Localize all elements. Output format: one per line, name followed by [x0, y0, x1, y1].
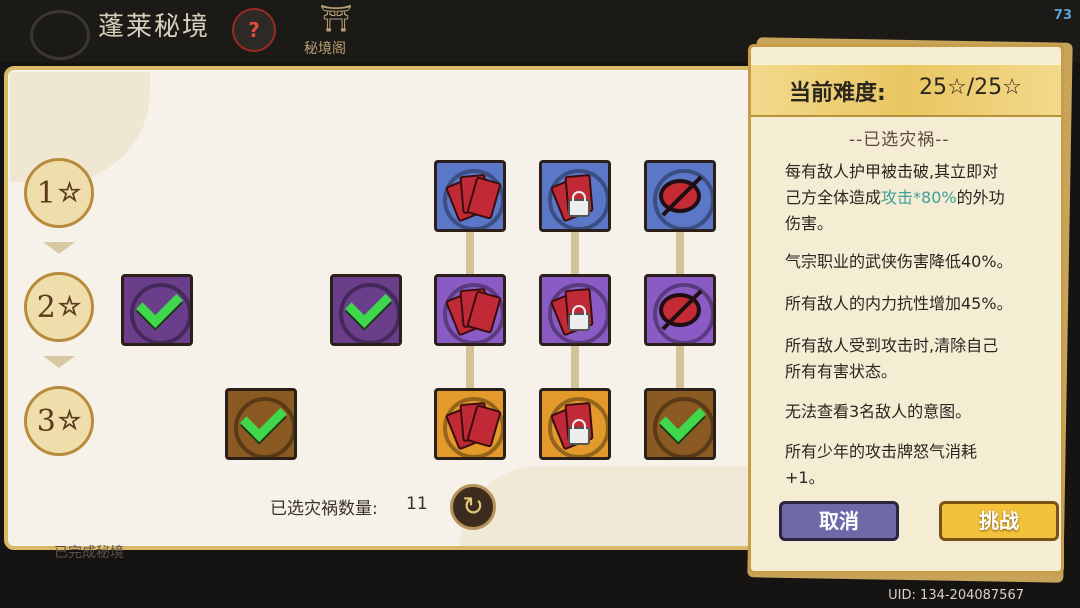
calamity-tile-locked[interactable] [539, 274, 611, 346]
calamity-tile-locked[interactable] [539, 160, 611, 232]
tier-number: 2 [36, 289, 56, 325]
desc-text: 每有敌人护甲被击破,其立即对 [785, 162, 999, 181]
star-icon: ☆ [57, 178, 82, 209]
cancel-button[interactable]: 取消 [779, 501, 899, 541]
calamity-desc-2: 气宗职业的武侠伤害降低40%。 [785, 252, 1013, 271]
tier-3-badge: 3 ☆ [24, 386, 94, 456]
desc-text: 所有敌人受到攻击时,清除自己 [785, 336, 999, 355]
desc-text: 伤害。 [785, 214, 834, 233]
tier-1-badge: 1 ☆ [24, 158, 94, 228]
page-title: 蓬莱秘境 [98, 12, 211, 42]
desc-text: +1。 [785, 468, 825, 487]
challenge-button[interactable]: 挑战 [939, 501, 1059, 541]
calamity-tile-selected[interactable] [121, 274, 193, 346]
section-title: --已选灾祸-- [849, 130, 950, 150]
lock-icon [568, 419, 590, 445]
star-icon: ☆ [57, 406, 82, 437]
tier-2-badge: 2 ☆ [24, 272, 94, 342]
calamity-board: 1 ☆ 2 ☆ 3 ☆ [4, 66, 764, 550]
calamity-tile-selected[interactable] [225, 388, 297, 460]
connector-line [571, 230, 579, 278]
selected-count-value: 11 [406, 494, 428, 514]
calamity-desc-3: 所有敌人的内力抗性增加45%。 [785, 294, 1013, 313]
calamity-desc-6: 所有少年的攻击牌怒气消耗 +1。 [785, 439, 1055, 491]
selected-count-label: 已选灾祸数量: [270, 499, 378, 519]
tab-secret-pavilion[interactable]: 秘境阁 [304, 38, 346, 58]
calamity-tile-cards[interactable] [434, 388, 506, 460]
star-icon: ☆ [57, 292, 82, 323]
calamity-tile-blind[interactable] [644, 274, 716, 346]
hint-icon[interactable]: ? [232, 8, 276, 52]
lock-icon [568, 191, 590, 217]
calamity-tile-cards[interactable] [434, 160, 506, 232]
pavilion-icon[interactable]: ⛩ [318, 4, 354, 36]
chevron-down-icon [43, 356, 75, 368]
calamity-tile-cards[interactable] [434, 274, 506, 346]
calamity-desc-1: 每有敌人护甲被击破,其立即对 己方全体造成攻击*80%的外功 伤害。 [785, 159, 1055, 237]
user-id: UID: 134-204087567 [888, 588, 1024, 603]
decorative-swirl [460, 466, 760, 546]
connector-line [676, 344, 684, 392]
lock-icon [568, 305, 590, 331]
difficulty-value: 25☆/25☆ [919, 75, 1022, 100]
calamity-desc-5: 无法查看3名敌人的意图。 [785, 402, 972, 421]
connector-line [466, 230, 474, 278]
tier-number: 3 [36, 403, 56, 439]
desc-text: 的外功 [956, 188, 1005, 207]
desc-text: 所有有害状态。 [785, 362, 898, 381]
tier-number: 1 [36, 175, 56, 211]
completed-label: 已完成秘境 [54, 545, 124, 561]
desc-text: 所有少年的攻击牌怒气消耗 [785, 442, 978, 461]
calamity-tile-selected[interactable] [644, 388, 716, 460]
connector-line [571, 344, 579, 392]
calamity-tile-blind[interactable] [644, 160, 716, 232]
desc-text: 己方全体造成 [785, 188, 882, 207]
difficulty-label: 当前难度: [789, 81, 886, 106]
desc-highlight: 攻击*80% [881, 188, 957, 207]
calamity-tile-selected[interactable] [330, 274, 402, 346]
chevron-down-icon [43, 242, 75, 254]
calamity-desc-4: 所有敌人受到攻击时,清除自己 所有有害状态。 [785, 333, 1055, 385]
reset-button[interactable]: ↻ [450, 484, 496, 530]
calamity-tile-locked[interactable] [539, 388, 611, 460]
back-emblem-icon[interactable] [30, 10, 90, 60]
connector-line [676, 230, 684, 278]
difficulty-panel: 当前难度: 25☆/25☆ --已选灾祸-- 每有敌人护甲被击破,其立即对 己方… [748, 44, 1064, 574]
fps-counter: 73 [1053, 8, 1072, 23]
connector-line [466, 344, 474, 392]
